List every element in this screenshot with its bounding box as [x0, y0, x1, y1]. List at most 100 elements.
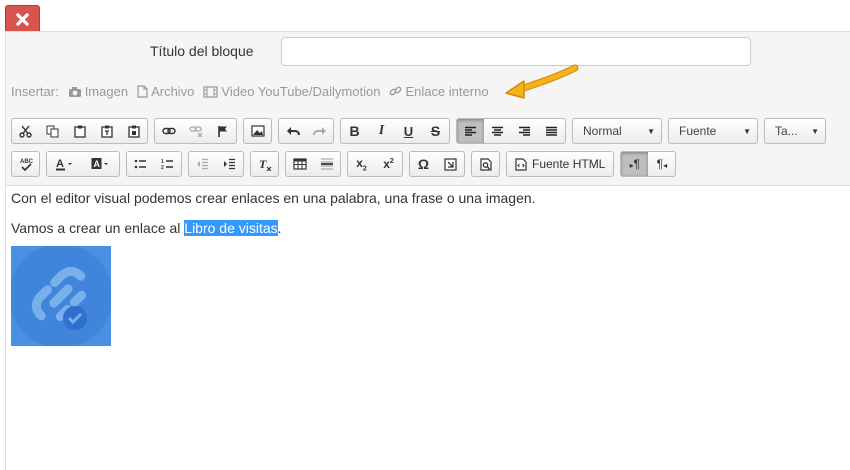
- basic-style-group: B I U S: [340, 118, 450, 144]
- align-justify-icon: [546, 126, 557, 136]
- link-image[interactable]: [9, 244, 113, 348]
- remove-format-button[interactable]: T: [251, 152, 278, 176]
- text-color-icon: A: [56, 158, 72, 171]
- pointer-arrow-icon: [505, 64, 579, 99]
- italic-icon: I: [378, 123, 385, 138]
- paragraph-1: Con el editor visual podemos crear enlac…: [11, 190, 536, 206]
- copy-button[interactable]: [39, 119, 66, 143]
- redo-icon: [312, 127, 326, 136]
- link-button[interactable]: [155, 119, 182, 143]
- special-char-button[interactable]: Ω: [410, 152, 437, 176]
- svg-text:T: T: [259, 158, 267, 171]
- close-button[interactable]: [5, 5, 40, 34]
- svg-text:2: 2: [161, 165, 164, 170]
- copy-icon: [46, 125, 59, 137]
- insert-label: Insertar:: [11, 84, 59, 99]
- image-icon: [250, 125, 265, 137]
- subscript-button[interactable]: x2: [348, 152, 375, 176]
- outdent-button[interactable]: [189, 152, 216, 176]
- caret-down-icon: ▼: [743, 126, 751, 136]
- chain-icon: [161, 127, 176, 135]
- strike-button[interactable]: S: [422, 119, 449, 143]
- ltr-button[interactable]: ▸¶: [621, 152, 649, 176]
- bulleted-list-icon: [134, 159, 146, 169]
- insert-image-link[interactable]: Imagen: [68, 84, 128, 99]
- editor-toolbar: B I U S Normal ▼ Fuente ▼ Ta... ▼ ABC A A: [6, 115, 850, 185]
- strikethrough-icon: S: [430, 123, 441, 139]
- special-group: Ω: [409, 151, 465, 177]
- bold-button[interactable]: B: [341, 119, 368, 143]
- format-select[interactable]: Normal ▼: [572, 118, 662, 144]
- selected-text[interactable]: Libro de visitas: [184, 220, 278, 236]
- font-select[interactable]: Fuente ▼: [668, 118, 758, 144]
- align-group: [456, 118, 566, 144]
- align-left-button[interactable]: [457, 119, 484, 143]
- editor-content[interactable]: Con el editor visual podemos crear enlac…: [6, 185, 850, 470]
- horizontal-rule-button[interactable]: [313, 152, 340, 176]
- page-break-button[interactable]: [437, 152, 464, 176]
- superscript-button[interactable]: x2: [375, 152, 402, 176]
- paste-button[interactable]: [66, 119, 93, 143]
- insert-file-label: Archivo: [151, 84, 195, 99]
- align-left-icon: [465, 126, 476, 136]
- numbered-list-button[interactable]: 12: [154, 152, 181, 176]
- preview-button[interactable]: [472, 152, 499, 176]
- format-select-value: Normal: [583, 124, 622, 138]
- history-group: [278, 118, 334, 144]
- file-icon: [137, 85, 148, 98]
- image-button[interactable]: [244, 119, 271, 143]
- italic-button[interactable]: I: [368, 119, 395, 143]
- table-button[interactable]: [286, 152, 313, 176]
- link-check-icon: [9, 244, 113, 348]
- superscript-icon: x2: [383, 157, 394, 171]
- page-break-icon: [444, 157, 457, 171]
- script-group: x2 x2: [347, 151, 403, 177]
- size-select[interactable]: Ta... ▼: [764, 118, 826, 144]
- insert-video-label: Video YouTube/Dailymotion: [221, 84, 381, 99]
- unlink-button[interactable]: [182, 119, 209, 143]
- spellcheck-button[interactable]: ABC: [12, 152, 39, 176]
- svg-text:A: A: [56, 158, 64, 170]
- underline-button[interactable]: U: [395, 119, 422, 143]
- redo-button[interactable]: [306, 119, 333, 143]
- numbered-list-icon: 12: [161, 159, 173, 170]
- paste-text-button[interactable]: [93, 119, 120, 143]
- undo-button[interactable]: [279, 119, 306, 143]
- text-color-button[interactable]: A: [47, 152, 83, 176]
- underline-icon: U: [403, 123, 414, 139]
- align-center-button[interactable]: [484, 119, 511, 143]
- svg-text:A: A: [94, 159, 101, 169]
- bg-color-button[interactable]: A: [83, 152, 119, 176]
- table-icon: [292, 158, 307, 170]
- scissors-icon: [19, 125, 32, 138]
- align-right-icon: [519, 126, 530, 136]
- clear-format-icon: T: [259, 158, 271, 171]
- indent-button[interactable]: [216, 152, 243, 176]
- bulleted-list-button[interactable]: [127, 152, 154, 176]
- rtl-button[interactable]: ¶◂: [648, 152, 675, 176]
- align-center-icon: [492, 126, 503, 136]
- insert-internal-label: Enlace interno: [405, 84, 489, 99]
- font-select-value: Fuente: [679, 124, 717, 138]
- anchor-button[interactable]: [209, 119, 236, 143]
- subscript-icon: x2: [356, 155, 367, 173]
- paste-word-button[interactable]: [120, 119, 147, 143]
- flag-icon: [217, 125, 227, 137]
- paragraph-2: Vamos a crear un enlace al Libro de visi…: [11, 220, 282, 236]
- cut-button[interactable]: [12, 119, 39, 143]
- insert-video-link[interactable]: Video YouTube/Dailymotion: [203, 84, 380, 99]
- insert-internal-link[interactable]: Enlace interno: [389, 84, 489, 99]
- source-group: Fuente HTML: [506, 151, 615, 177]
- insert-file-link[interactable]: Archivo: [137, 84, 194, 99]
- toolbar-row-1: B I U S Normal ▼ Fuente ▼ Ta... ▼: [11, 118, 832, 144]
- preview-group: [471, 151, 500, 177]
- color-group: A A: [46, 151, 120, 177]
- list-group: 12: [126, 151, 182, 177]
- size-select-value: Ta...: [775, 124, 798, 138]
- close-icon: [16, 13, 29, 26]
- source-html-button[interactable]: Fuente HTML: [507, 152, 613, 176]
- spellcheck-group: ABC: [11, 151, 40, 177]
- align-right-button[interactable]: [511, 119, 538, 143]
- link-group: [154, 118, 237, 144]
- justify-button[interactable]: [538, 119, 565, 143]
